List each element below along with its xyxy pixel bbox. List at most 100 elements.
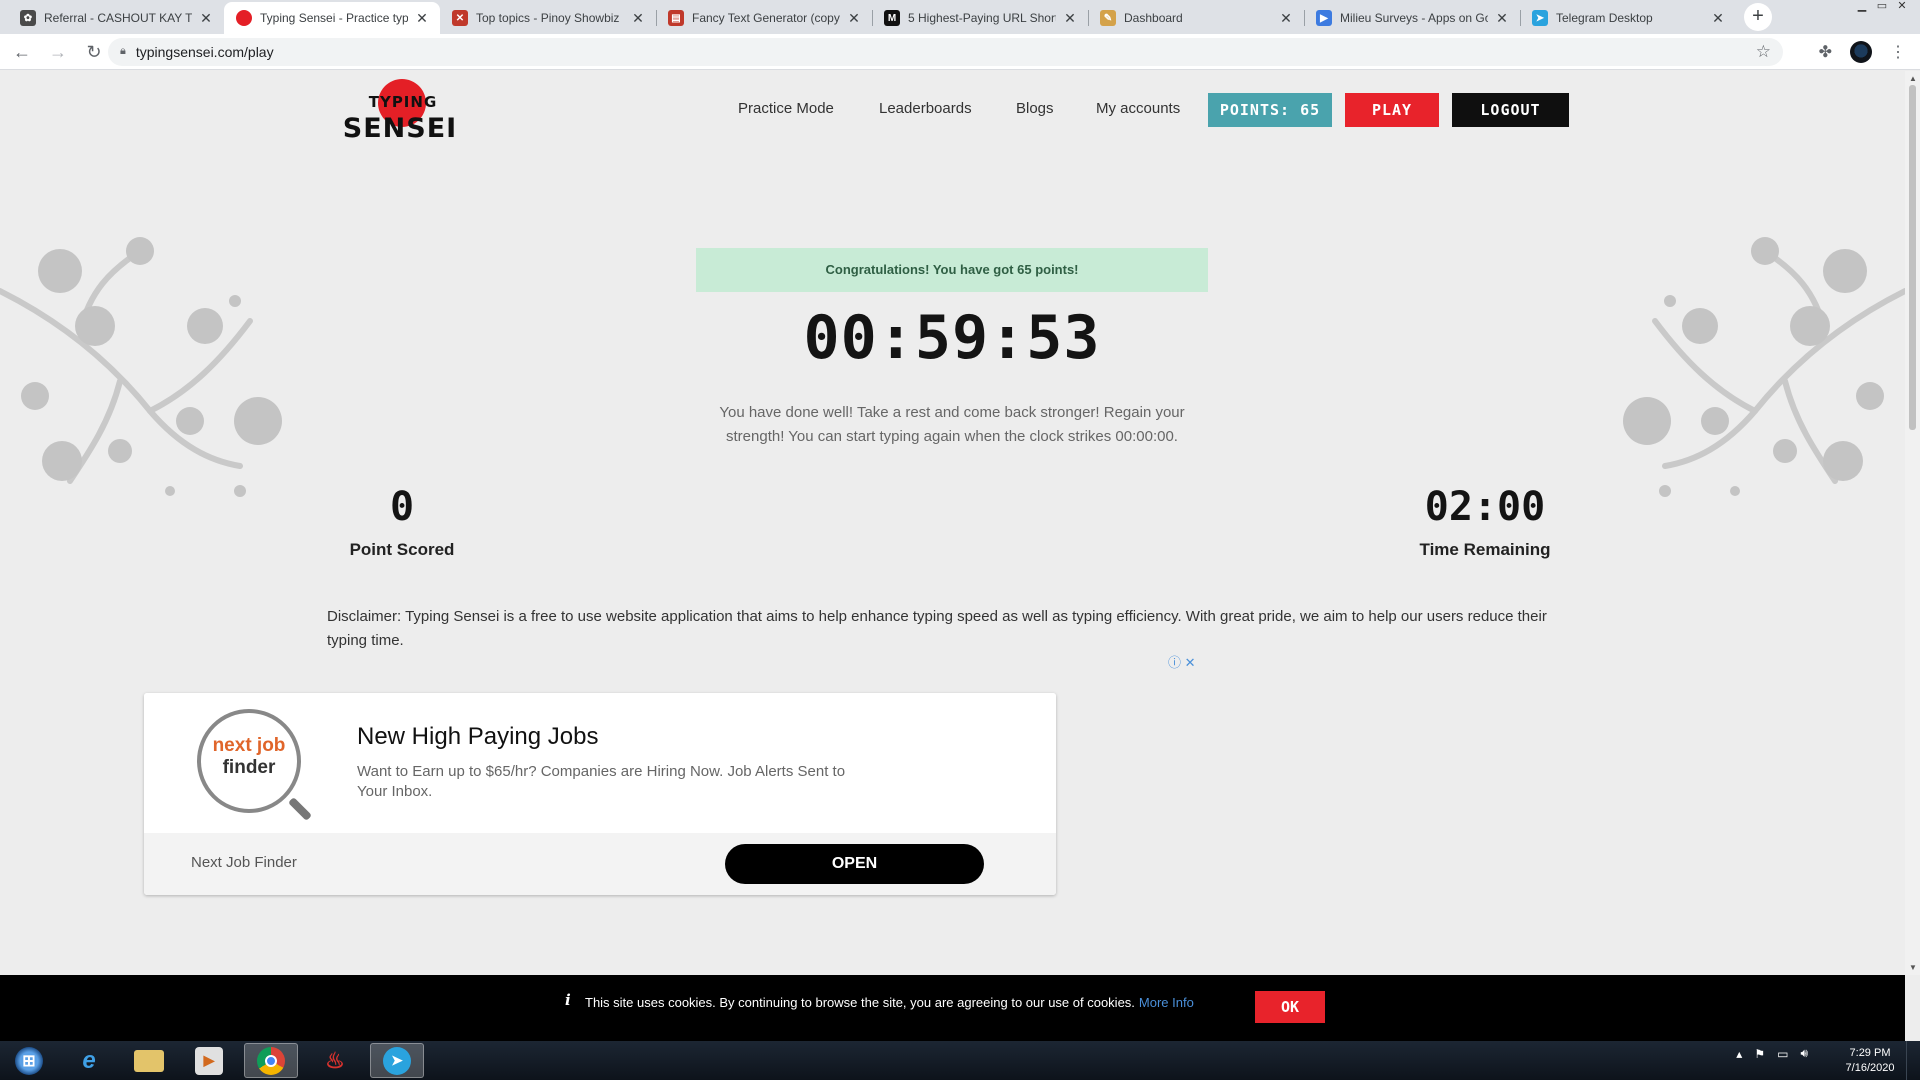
browser-tab[interactable]: Typing Sensei - Practice typi ✕ (224, 2, 440, 34)
profile-avatar[interactable] (1850, 40, 1872, 63)
tab-favicon-icon: ✎ (1100, 10, 1116, 26)
address-bar[interactable]: 🔒︎ typingsensei.com/play ☆ (108, 37, 1783, 66)
rest-message: You have done well! Take a rest and come… (719, 404, 1185, 445)
ad-logo-text-top: next job (212, 735, 286, 756)
browser-tab[interactable]: M 5 Highest-Paying URL Shorte ✕ (872, 2, 1088, 34)
browser-tab[interactable]: ✿ Referral - CASHOUT KAY TYP ✕ (8, 2, 224, 34)
nav-practice-mode[interactable]: Practice Mode (738, 100, 834, 117)
lock-icon[interactable]: 🔒︎ (120, 45, 126, 58)
network-icon[interactable]: ▭ (1777, 1047, 1788, 1061)
action-center-flag-icon[interactable]: ⚑ (1754, 1047, 1765, 1061)
forward-icon[interactable]: → (44, 38, 72, 66)
tab-favicon-icon: M (884, 10, 900, 26)
browser-tab[interactable]: ➤ Telegram Desktop ✕ (1520, 2, 1736, 34)
volume-icon[interactable]: 🔊︎ (1800, 1046, 1808, 1061)
logo-text-bottom: SENSEI (342, 113, 458, 144)
chrome-icon (257, 1046, 285, 1075)
start-button[interactable]: ⊞ (2, 1043, 56, 1078)
points-scored-label: Point Scored (349, 540, 455, 559)
nav-leaderboards[interactable]: Leaderboards (879, 100, 972, 117)
ad-logo-text-bottom: finder (222, 757, 276, 778)
cookie-more-info-link[interactable]: More Info (1139, 995, 1194, 1010)
minimize-icon[interactable]: ▁ (1852, 0, 1872, 14)
show-desktop-button[interactable] (1906, 1041, 1920, 1080)
typing-sensei-logo[interactable]: TYPING SENSEI (340, 79, 460, 154)
extensions-icon[interactable]: ✤ (1819, 42, 1832, 62)
taskbar-file-explorer[interactable] (122, 1043, 176, 1078)
bookmark-star-icon[interactable]: ☆ (1756, 42, 1771, 62)
tab-title: Milieu Surveys - Apps on Go (1340, 11, 1488, 25)
cookie-consent-bar: i This site uses cookies. By continuing … (0, 975, 1905, 1041)
new-tab-button[interactable]: + (1744, 3, 1772, 31)
menu-kebab-icon[interactable]: ⋮ (1890, 42, 1906, 62)
tab-title: Dashboard (1124, 11, 1183, 25)
browser-toolbar: ← → ↻ 🔒︎ typingsensei.com/play ☆ ✤ ⋮ (0, 34, 1920, 70)
browser-tab[interactable]: ▶ Milieu Surveys - Apps on Go ✕ (1304, 2, 1520, 34)
scrollbar-thumb[interactable] (1909, 85, 1916, 430)
tab-list: ✿Referral - CASHOUT KAY TYP✕Typing Sense… (8, 2, 1736, 34)
nav-my-accounts[interactable]: My accounts (1096, 100, 1180, 117)
browser-tab[interactable]: ✕ Top topics - Pinoy Showbiz ✕ (440, 2, 656, 34)
tab-close-icon[interactable]: ✕ (1710, 10, 1726, 27)
tab-close-icon[interactable]: ✕ (1062, 10, 1078, 27)
ad-logo: next job finder (197, 709, 313, 822)
ad-choices-icon[interactable]: ⓘ ✕ (1168, 652, 1196, 671)
tab-favicon-icon: ➤ (1532, 10, 1548, 26)
ad-open-button[interactable]: OPEN (725, 844, 984, 884)
points-button[interactable]: POINTS: 65 (1208, 93, 1332, 127)
folder-icon (134, 1049, 164, 1072)
taskbar-internet-explorer[interactable]: e (62, 1043, 116, 1078)
tab-favicon-icon: ▶ (1316, 10, 1332, 26)
ad-title[interactable]: New High Paying Jobs (357, 723, 598, 751)
taskbar-clock[interactable]: 7:29 PM 7/16/2020 (1838, 1046, 1902, 1076)
tab-title: Referral - CASHOUT KAY TYP (44, 11, 192, 25)
tab-close-icon[interactable]: ✕ (1278, 10, 1294, 27)
scroll-up-icon[interactable]: ▲ (1909, 74, 1917, 83)
back-icon[interactable]: ← (8, 38, 36, 66)
congratulations-banner: Congratulations! You have got 65 points! (696, 248, 1208, 292)
taskbar-media-player[interactable]: ▶ (182, 1043, 236, 1078)
browser-tab-strip: ✿Referral - CASHOUT KAY TYP✕Typing Sense… (0, 0, 1920, 34)
taskbar-telegram[interactable]: ➤ (370, 1043, 424, 1078)
clock-time: 7:29 PM (1849, 1047, 1891, 1059)
page-scrollbar[interactable]: ▲ ▼ (1905, 71, 1920, 975)
time-remaining-value: 02:00 (1424, 484, 1546, 530)
tab-title: Typing Sensei - Practice typi (260, 11, 408, 25)
tab-close-icon[interactable]: ✕ (414, 10, 430, 27)
scroll-down-icon[interactable]: ▼ (1909, 963, 1917, 972)
advertisement-card[interactable]: next job finder New High Paying Jobs Wan… (144, 693, 1056, 895)
tab-close-icon[interactable]: ✕ (198, 10, 214, 27)
points-scored-value: 0 (389, 484, 415, 530)
time-remaining-label: Time Remaining (1419, 540, 1551, 559)
browser-tab[interactable]: ▤ Fancy Text Generator (copy ✕ (656, 2, 872, 34)
url-text: typingsensei.com/play (135, 43, 274, 60)
ad-body: Want to Earn up to $65/hr? Companies are… (357, 763, 846, 800)
tab-close-icon[interactable]: ✕ (1494, 10, 1510, 27)
tab-favicon-icon (236, 10, 252, 26)
system-tray: ▴ ⚑ ▭ 🔊︎ (1736, 1046, 1808, 1061)
logout-button[interactable]: LOGOUT (1452, 93, 1569, 127)
internet-explorer-icon: e (82, 1046, 96, 1074)
windows-logo-icon: ⊞ (15, 1046, 43, 1075)
garena-icon: ♨ (325, 1047, 345, 1073)
tray-expand-icon[interactable]: ▴ (1736, 1047, 1742, 1061)
ad-top: next job finder New High Paying Jobs Wan… (144, 693, 1056, 833)
info-icon: i (565, 991, 571, 1009)
toolbar-right: ✤ ⋮ (1819, 40, 1906, 63)
taskbar-chrome[interactable] (244, 1043, 298, 1078)
close-window-icon[interactable]: ✕ (1892, 0, 1912, 14)
reload-icon[interactable]: ↻ (80, 38, 108, 66)
cookie-message: This site uses cookies. By continuing to… (585, 995, 1194, 1010)
tab-title: 5 Highest-Paying URL Shorte (908, 11, 1056, 25)
browser-tab[interactable]: ✎ Dashboard ✕ (1088, 2, 1304, 34)
taskbar-garena[interactable]: ♨ (308, 1043, 362, 1078)
tab-close-icon[interactable]: ✕ (630, 10, 646, 27)
tab-title: Fancy Text Generator (copy (692, 11, 840, 25)
play-button[interactable]: PLAY (1345, 93, 1439, 127)
tab-close-icon[interactable]: ✕ (846, 10, 862, 27)
ad-advertiser: Next Job Finder (191, 854, 297, 871)
disclaimer-text: Disclaimer: Typing Sensei is a free to u… (327, 608, 1547, 649)
nav-blogs[interactable]: Blogs (1016, 100, 1054, 117)
maximize-icon[interactable]: ▭ (1872, 0, 1892, 14)
cookie-ok-button[interactable]: OK (1255, 991, 1325, 1023)
